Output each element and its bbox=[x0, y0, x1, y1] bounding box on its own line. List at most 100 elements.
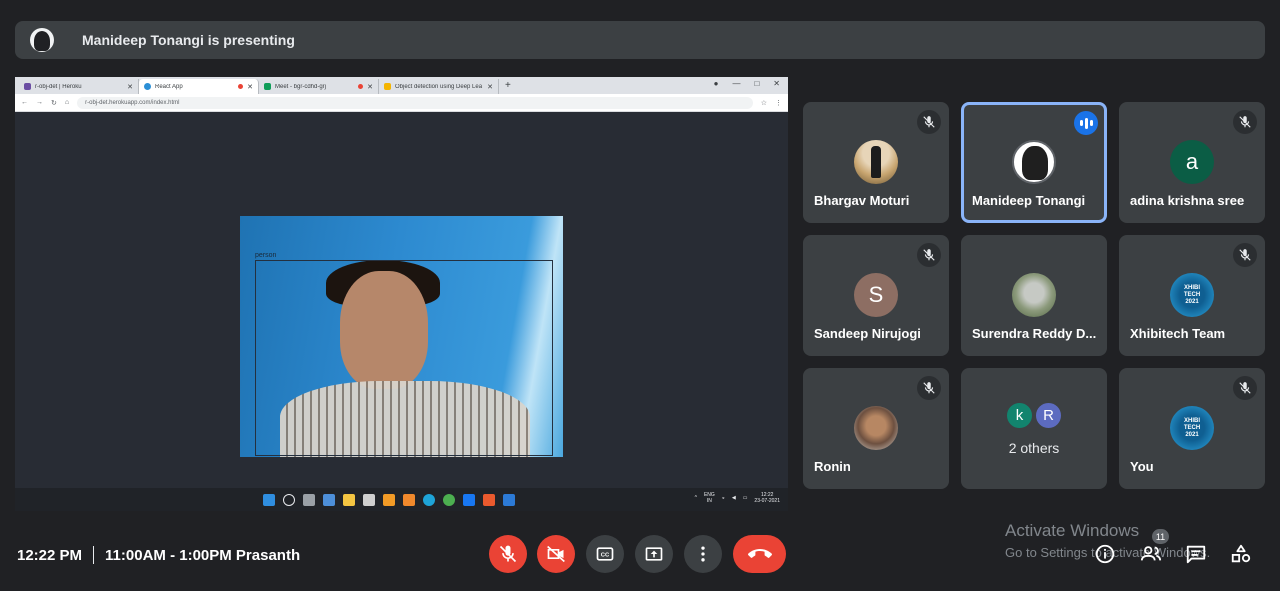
more-icon bbox=[701, 546, 705, 562]
browser-tab: Meet - bgr-cdhd-grj ✕ bbox=[259, 79, 379, 94]
system-tray: ^ ENG IN ◒ ◀ ▭ 12:22 23-07-2021 bbox=[695, 492, 780, 504]
heroku-icon bbox=[24, 83, 31, 90]
recording-dot-icon bbox=[358, 84, 364, 89]
back-icon: ← bbox=[21, 99, 28, 106]
camera-off-icon bbox=[547, 545, 565, 563]
participant-name: adina krishna sree bbox=[1130, 193, 1245, 208]
browser-tab-strip: r-obj-det | Heroku ✕ React App ✕ Meet - … bbox=[15, 77, 788, 94]
app-icon bbox=[463, 493, 475, 506]
camera-toggle-button[interactable] bbox=[537, 535, 575, 573]
windows-start-icon bbox=[263, 493, 275, 506]
participant-tile[interactable]: Bhargav Moturi bbox=[803, 102, 949, 223]
logo-line: TECH bbox=[1183, 291, 1201, 298]
participant-tile[interactable]: a adina krishna sree bbox=[1119, 102, 1265, 223]
participant-tile[interactable]: S Sandeep Nirujogi bbox=[803, 235, 949, 356]
url-text: r-obj-det.herokuapp.com/index.html bbox=[85, 99, 180, 106]
minimize-icon: — bbox=[732, 79, 741, 88]
end-call-button[interactable] bbox=[733, 535, 786, 573]
avatar bbox=[1012, 273, 1056, 317]
svg-text:CC: CC bbox=[601, 553, 610, 559]
mic-off-icon bbox=[1233, 110, 1257, 134]
presenter-avatar bbox=[30, 28, 54, 52]
presenting-banner: Manideep Tonangi is presenting bbox=[15, 21, 1265, 59]
maximize-icon: □ bbox=[754, 79, 760, 88]
volume-icon: ◀ bbox=[731, 495, 736, 501]
browser-address-bar: ← → ↻ ⌂ r-obj-det.herokuapp.com/index.ht… bbox=[15, 94, 788, 112]
people-button[interactable] bbox=[1140, 543, 1162, 565]
new-tab-icon: + bbox=[505, 80, 511, 91]
participant-tile[interactable]: Ronin bbox=[803, 368, 949, 489]
home-icon: ⌂ bbox=[64, 99, 70, 106]
widgets-icon bbox=[323, 493, 335, 506]
meeting-details[interactable]: 11:00AM - 1:00PM Prasanth bbox=[105, 547, 300, 564]
self-tile[interactable]: XHIBI TECH 2021 You bbox=[1119, 368, 1265, 489]
participant-tile[interactable]: XHIBI TECH 2021 Xhibitech Team bbox=[1119, 235, 1265, 356]
meeting-info: 12:22 PM 11:00AM - 1:00PM Prasanth bbox=[17, 546, 300, 564]
participant-tile[interactable]: Surendra Reddy D... bbox=[961, 235, 1107, 356]
search-icon bbox=[283, 493, 295, 506]
shapes-icon bbox=[1231, 544, 1251, 563]
others-avatars: k R bbox=[1005, 401, 1063, 430]
edge-icon bbox=[423, 493, 435, 506]
logo-line: XHIBI bbox=[1183, 284, 1200, 291]
participant-tile[interactable]: Manideep Tonangi bbox=[961, 102, 1107, 223]
region-text: IN bbox=[706, 498, 712, 504]
avatar bbox=[1012, 140, 1056, 184]
webcam-detection-frame: person bbox=[240, 216, 563, 457]
chevron-up-icon: ^ bbox=[694, 495, 697, 501]
divider bbox=[93, 546, 95, 564]
logo-line: 2021 bbox=[1185, 298, 1199, 305]
avatar bbox=[854, 140, 898, 184]
captions-button[interactable]: CC bbox=[586, 535, 624, 573]
mic-off-icon bbox=[499, 545, 517, 563]
meeting-details-button[interactable] bbox=[1094, 543, 1116, 565]
activities-button[interactable] bbox=[1230, 543, 1252, 565]
close-icon: ✕ bbox=[367, 83, 373, 91]
browser-tab: React App ✕ bbox=[139, 79, 259, 94]
participant-name: Manideep Tonangi bbox=[972, 193, 1086, 208]
shared-screen: r-obj-det | Heroku ✕ React App ✕ Meet - … bbox=[15, 77, 788, 511]
close-icon: ✕ bbox=[247, 83, 253, 91]
mic-off-icon bbox=[1233, 376, 1257, 400]
file-explorer-icon bbox=[343, 493, 355, 506]
close-icon: ✕ bbox=[487, 83, 493, 91]
wifi-icon: ◒ bbox=[721, 495, 725, 501]
mic-toggle-button[interactable] bbox=[489, 535, 527, 573]
taskbar-clock: 12:22 23-07-2021 bbox=[754, 492, 780, 504]
browser-tab-label: Object detection using Deep Lea bbox=[395, 83, 483, 90]
others-tile[interactable]: k R 2 others bbox=[961, 368, 1107, 489]
window-controls: ● — □ ✕ bbox=[714, 79, 780, 88]
menu-icon: ⋮ bbox=[775, 99, 782, 107]
present-button[interactable] bbox=[635, 535, 673, 573]
vlc-icon bbox=[403, 493, 415, 506]
mic-off-icon bbox=[917, 110, 941, 134]
more-options-button[interactable] bbox=[684, 535, 722, 573]
browser-tab: r-obj-det | Heroku ✕ bbox=[19, 79, 139, 94]
forward-icon: → bbox=[36, 99, 43, 106]
participant-name: Surendra Reddy D... bbox=[972, 326, 1097, 341]
others-label: 2 others bbox=[1008, 440, 1060, 456]
participant-name: Xhibitech Team bbox=[1130, 326, 1226, 341]
chat-icon bbox=[1186, 545, 1206, 564]
chat-button[interactable] bbox=[1185, 543, 1207, 565]
shared-page-body: person bbox=[15, 112, 788, 488]
app-icon bbox=[383, 493, 395, 506]
star-icon: ☆ bbox=[760, 99, 767, 107]
mic-off-icon bbox=[917, 376, 941, 400]
react-icon bbox=[144, 83, 151, 90]
url-field: r-obj-det.herokuapp.com/index.html bbox=[77, 96, 753, 109]
store-icon bbox=[363, 493, 375, 506]
close-icon: ✕ bbox=[127, 83, 133, 91]
avatar: R bbox=[1034, 401, 1063, 430]
info-icon bbox=[1095, 544, 1115, 564]
mic-off-icon bbox=[1233, 243, 1257, 267]
recording-dot-icon bbox=[238, 84, 244, 89]
taskbar-date: 23-07-2021 bbox=[754, 498, 780, 504]
browser-tab-label: r-obj-det | Heroku bbox=[35, 83, 82, 90]
profile-icon: ● bbox=[713, 79, 719, 88]
speaking-indicator-icon bbox=[1074, 111, 1098, 135]
meeting-time: 12:22 PM bbox=[17, 546, 83, 564]
browser-tab: Object detection using Deep Lea ✕ bbox=[379, 79, 499, 94]
logo-line: 2021 bbox=[1185, 431, 1199, 438]
brave-icon bbox=[483, 493, 495, 506]
